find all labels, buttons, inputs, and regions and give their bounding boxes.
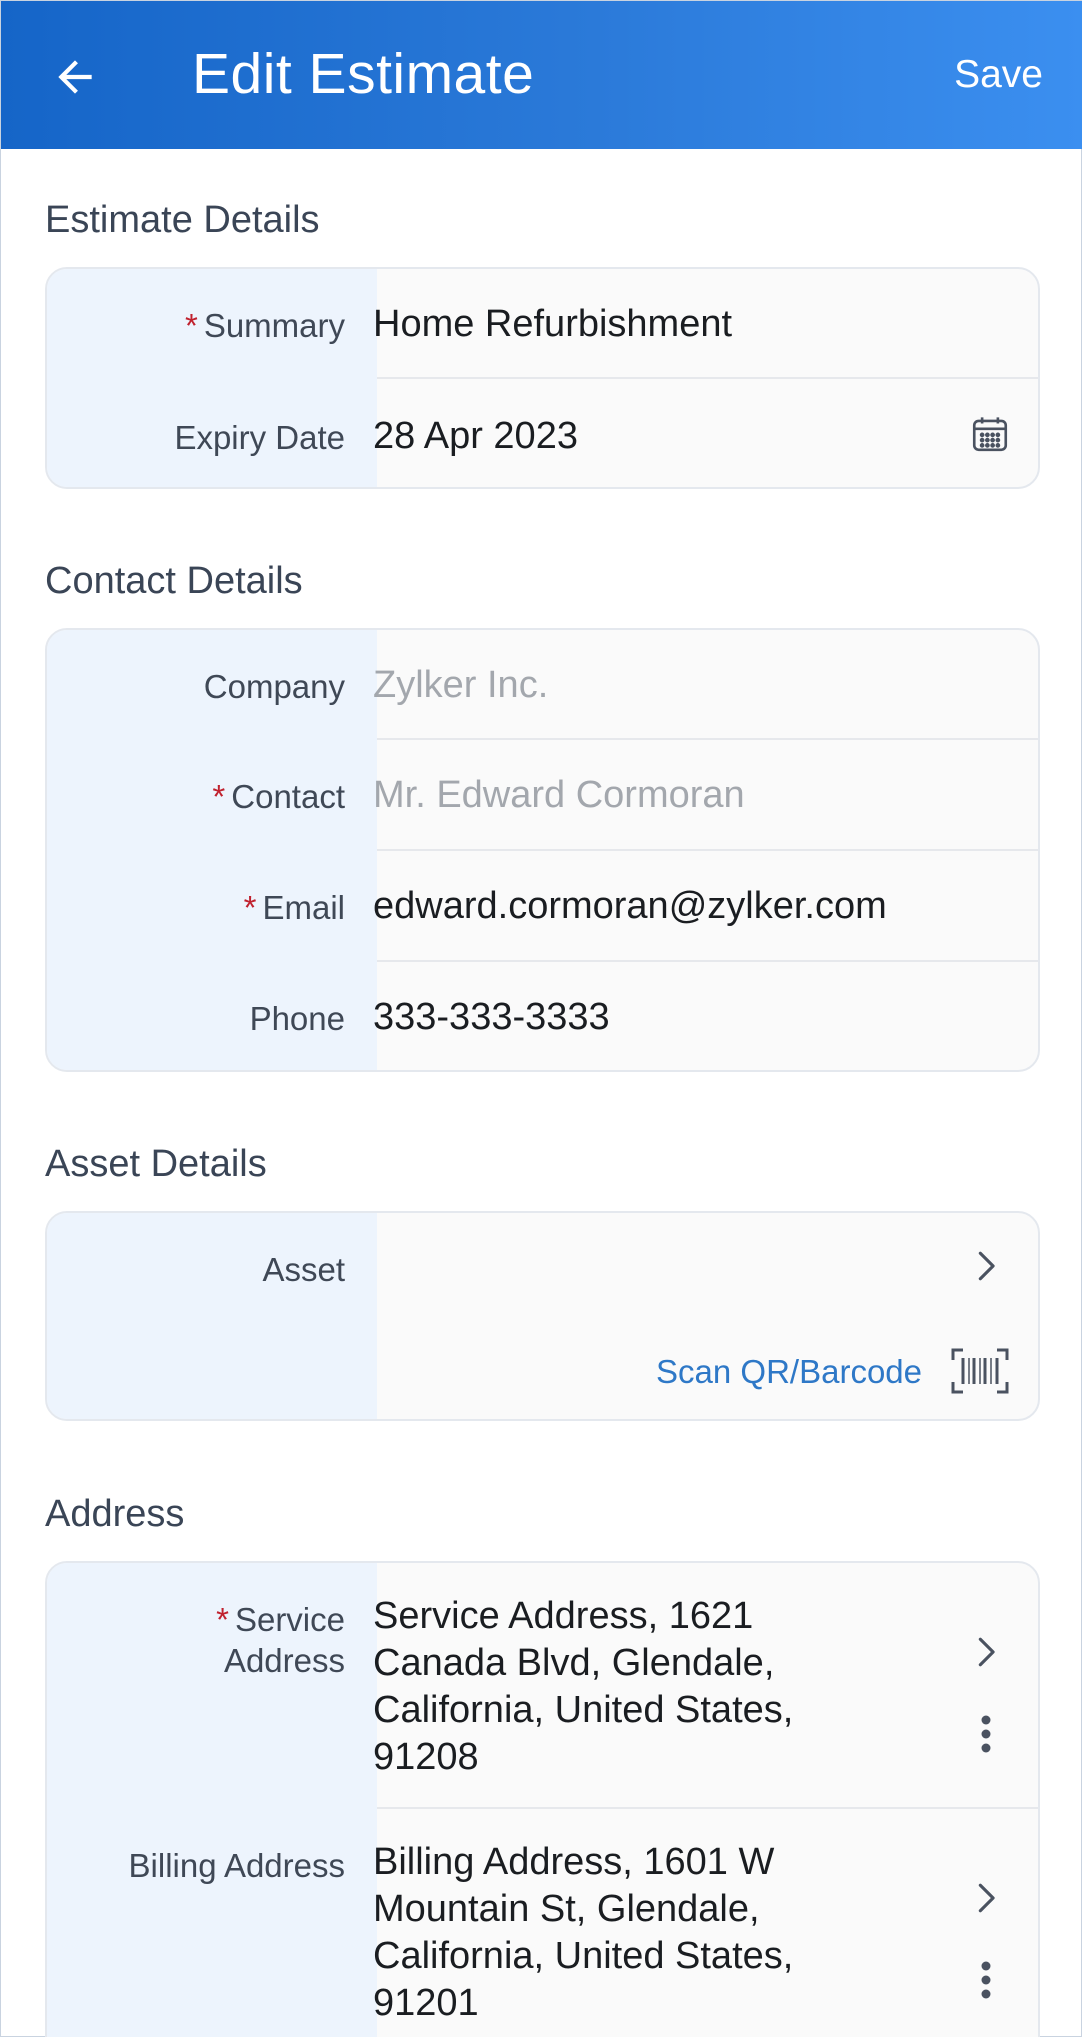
contact-input[interactable]: Mr. Edward Cormoran (373, 772, 745, 819)
address-card: * Service Address Service Address, 1621 C… (45, 1561, 1040, 2037)
more-vertical-icon (981, 1961, 991, 1999)
calendar-icon (972, 417, 1008, 452)
phone-label: Phone (249, 1000, 345, 1037)
service-address-more-button[interactable] (961, 1709, 1011, 1759)
asset-field[interactable]: Asset Scan QR/Barcode (47, 1213, 1038, 1419)
required-marker: * (212, 778, 226, 815)
summary-input[interactable]: Home Refurbishment (373, 301, 732, 348)
calendar-button[interactable] (965, 409, 1015, 459)
required-marker: * (243, 889, 257, 926)
billing-address-field[interactable]: Billing Address Billing Address, 1601 W … (47, 1809, 1038, 2037)
summary-field[interactable]: * Summary Home Refurbishment (47, 269, 1038, 379)
company-input[interactable]: Zylker Inc. (373, 662, 548, 709)
chevron-right-icon (978, 1637, 995, 1667)
service-address-label: * Service Address (216, 1601, 345, 1680)
contact-details-card: Company Zylker Inc. * Contact Mr. Edward … (45, 628, 1040, 1072)
email-label: * Email (243, 889, 345, 926)
contact-label: * Contact (212, 778, 345, 815)
barcode-scan-icon (951, 1348, 1009, 1394)
arrow-left-icon (58, 60, 92, 94)
company-field[interactable]: Company Zylker Inc. (47, 630, 1038, 740)
address-heading: Address (45, 1493, 185, 1535)
summary-label: * Summary (184, 307, 345, 344)
contact-details-heading: Contact Details (45, 560, 303, 602)
service-address-field[interactable]: * Service Address Service Address, 1621 C… (47, 1563, 1038, 1809)
email-field[interactable]: * Email edward.cormoran@zylker.com (47, 851, 1038, 962)
phone-field[interactable]: Phone 333-333-3333 (47, 962, 1038, 1070)
estimate-details-card: * Summary Home Refurbishment Expiry Date … (45, 267, 1040, 489)
app-header: Edit Estimate Save (1, 1, 1082, 149)
expiry-date-input[interactable]: 28 Apr 2023 (373, 413, 578, 460)
asset-details-card: Asset Scan QR/Barcode (45, 1211, 1040, 1421)
billing-address-more-button[interactable] (961, 1955, 1011, 2005)
scan-qr-barcode-link[interactable]: Scan QR/Barcode (656, 1353, 922, 1391)
billing-address-chevron[interactable] (961, 1873, 1011, 1923)
page-title: Edit Estimate (192, 42, 535, 106)
company-label: Company (203, 668, 345, 705)
service-address-value[interactable]: Service Address, 1621 Canada Blvd, Glend… (373, 1593, 793, 1781)
chevron-right-icon (978, 1883, 995, 1913)
email-input[interactable]: edward.cormoran@zylker.com (373, 883, 887, 930)
expiry-date-label: Expiry Date (174, 419, 345, 456)
asset-chevron[interactable] (961, 1241, 1011, 1291)
phone-input[interactable]: 333-333-3333 (373, 994, 610, 1041)
back-button[interactable] (43, 45, 107, 109)
contact-field[interactable]: * Contact Mr. Edward Cormoran (47, 740, 1038, 851)
required-marker: * (184, 307, 198, 344)
barcode-scan-button[interactable] (949, 1345, 1011, 1397)
billing-address-value[interactable]: Billing Address, 1601 W Mountain St, Gle… (373, 1839, 793, 2027)
billing-address-label: Billing Address (128, 1847, 345, 1884)
expiry-date-field[interactable]: Expiry Date 28 Apr 2023 (47, 379, 1038, 487)
save-button[interactable]: Save (954, 53, 1043, 97)
chevron-right-icon (978, 1251, 995, 1281)
required-marker: * (216, 1601, 229, 1638)
asset-details-heading: Asset Details (45, 1143, 267, 1185)
service-address-chevron[interactable] (961, 1627, 1011, 1677)
asset-label: Asset (262, 1251, 345, 1288)
more-vertical-icon (981, 1715, 991, 1753)
estimate-details-heading: Estimate Details (45, 199, 320, 241)
